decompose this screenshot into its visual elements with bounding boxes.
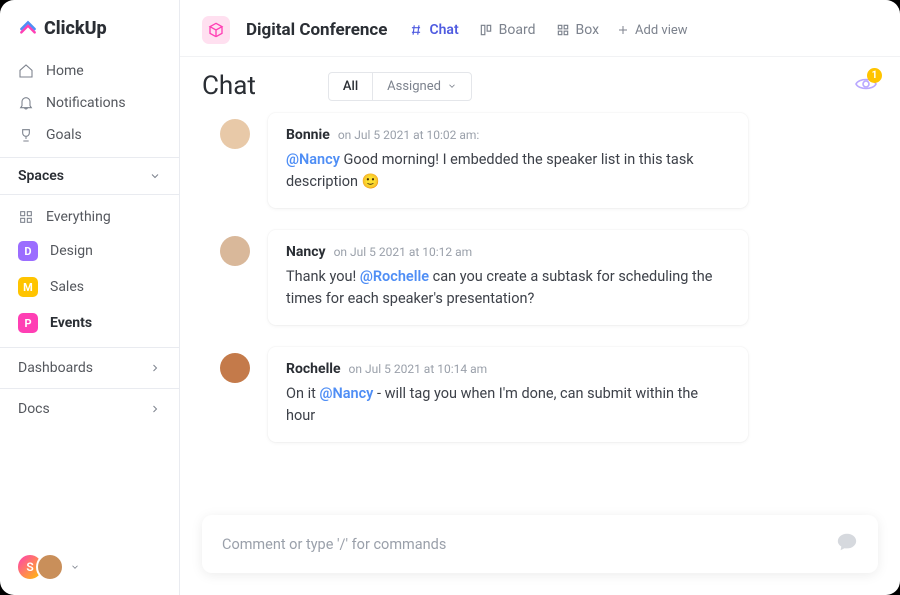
watcher-count-badge: 1 (867, 68, 882, 83)
user-avatar-stack[interactable]: S (16, 553, 64, 581)
message-card[interactable]: Bonnie on Jul 5 2021 at 10:02 am: @Nancy… (268, 113, 748, 208)
home-icon (18, 63, 34, 79)
view-box[interactable]: Box (554, 18, 602, 42)
chat-title: Chat (202, 71, 256, 101)
nav-docs[interactable]: Docs (0, 388, 179, 429)
space-events-label: Events (50, 315, 92, 331)
main: Digital Conference Chat Board Box Add vi… (180, 0, 900, 595)
message-body: @Nancy Good morning! I embedded the spea… (286, 149, 730, 194)
message-author: Nancy (286, 244, 326, 260)
view-chat-label: Chat (429, 22, 458, 38)
grid-icon (18, 209, 34, 225)
filter-assigned[interactable]: Assigned (372, 73, 471, 100)
chevron-down-icon (447, 81, 457, 91)
space-sales-badge: M (18, 277, 38, 297)
message-author: Rochelle (286, 361, 341, 377)
chevron-down-icon (149, 170, 161, 182)
topbar: Digital Conference Chat Board Box Add vi… (180, 0, 900, 57)
nav-home-label: Home (46, 63, 84, 79)
box-icon (556, 23, 570, 37)
logo-icon (18, 19, 38, 39)
logo-text: ClickUp (44, 18, 107, 39)
cube-icon (208, 22, 224, 38)
space-everything[interactable]: Everything (0, 201, 179, 233)
chat-filter-tabs: All Assigned (328, 72, 472, 101)
bell-icon (18, 95, 34, 111)
board-icon (479, 23, 493, 37)
message: Bonnie on Jul 5 2021 at 10:02 am: @Nancy… (220, 113, 860, 208)
nav-notifications[interactable]: Notifications (0, 87, 179, 119)
space-design-badge: D (18, 241, 38, 261)
nav-goals[interactable]: Goals (0, 119, 179, 151)
composer-input[interactable] (222, 536, 836, 553)
space-sales-label: Sales (50, 279, 84, 295)
add-view-button[interactable]: Add view (617, 23, 688, 38)
message-author: Bonnie (286, 127, 330, 143)
composer[interactable] (202, 515, 878, 573)
view-chat[interactable]: Chat (407, 18, 460, 42)
mention[interactable]: @Nancy (319, 385, 373, 402)
message-card[interactable]: Rochelle on Jul 5 2021 at 10:14 am On it… (268, 347, 748, 442)
nav-goals-label: Goals (46, 127, 82, 143)
spaces-header[interactable]: Spaces (0, 157, 179, 195)
message-timestamp: on Jul 5 2021 at 10:02 am: (338, 128, 480, 142)
app-shell: ClickUp Home Notifications Goals Spaces (0, 0, 900, 595)
chevron-right-icon (149, 403, 161, 415)
plus-icon (617, 24, 629, 36)
nav-home[interactable]: Home (0, 55, 179, 87)
composer-region (180, 503, 900, 595)
user-avatar-photo (36, 553, 64, 581)
space-events-badge: P (18, 313, 38, 333)
spaces-list: Everything D Design M Sales P Events (0, 195, 179, 347)
chat-header: Chat All Assigned 1 (180, 57, 900, 105)
message-avatar (220, 353, 250, 383)
space-everything-label: Everything (46, 209, 111, 225)
space-sales[interactable]: M Sales (0, 269, 179, 305)
message-card[interactable]: Nancy on Jul 5 2021 at 10:12 am Thank yo… (268, 230, 748, 325)
logo[interactable]: ClickUp (0, 0, 179, 49)
space-design-label: Design (50, 243, 93, 259)
nav-docs-label: Docs (18, 401, 50, 417)
sidebar: ClickUp Home Notifications Goals Spaces (0, 0, 180, 595)
message-body: Thank you! @Rochelle can you create a su… (286, 266, 730, 311)
nav-dashboards-label: Dashboards (18, 360, 93, 376)
filter-all[interactable]: All (329, 73, 372, 100)
primary-nav: Home Notifications Goals (0, 49, 179, 157)
view-board-label: Board (499, 22, 536, 38)
project-icon (202, 16, 230, 44)
mention[interactable]: @Rochelle (360, 268, 429, 285)
watchers-button[interactable]: 1 (854, 72, 878, 100)
project-title: Digital Conference (246, 20, 387, 40)
add-view-label: Add view (635, 23, 688, 38)
chat-bubble-icon (836, 531, 858, 553)
space-design[interactable]: D Design (0, 233, 179, 269)
view-box-label: Box (576, 22, 600, 38)
message-avatar (220, 236, 250, 266)
message: Nancy on Jul 5 2021 at 10:12 am Thank yo… (220, 230, 860, 325)
spaces-header-label: Spaces (18, 168, 64, 184)
message-timestamp: on Jul 5 2021 at 10:14 am (349, 362, 488, 376)
view-board[interactable]: Board (477, 18, 538, 42)
send-button[interactable] (836, 531, 858, 557)
trophy-icon (18, 127, 34, 143)
message-body: On it @Nancy - will tag you when I'm don… (286, 383, 730, 428)
message-list: Bonnie on Jul 5 2021 at 10:02 am: @Nancy… (180, 105, 900, 503)
message: Rochelle on Jul 5 2021 at 10:14 am On it… (220, 347, 860, 442)
space-events[interactable]: P Events (0, 305, 179, 341)
hash-icon (409, 23, 423, 37)
mention[interactable]: @Nancy (286, 151, 340, 168)
nav-notifications-label: Notifications (46, 95, 126, 111)
chevron-down-icon[interactable] (70, 562, 80, 572)
message-timestamp: on Jul 5 2021 at 10:12 am (334, 245, 473, 259)
sidebar-footer: S (0, 539, 179, 595)
message-avatar (220, 119, 250, 149)
chevron-right-icon (149, 362, 161, 374)
nav-dashboards[interactable]: Dashboards (0, 347, 179, 388)
